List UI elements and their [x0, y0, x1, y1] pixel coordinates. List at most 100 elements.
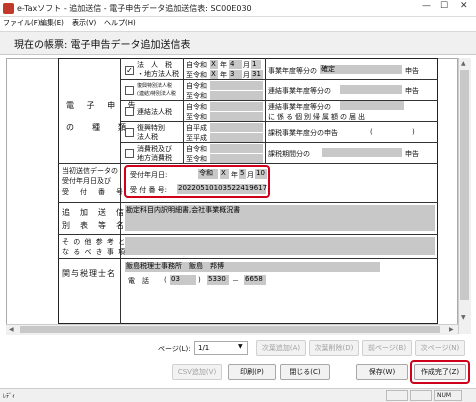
- row5-desc: 課税期間分の: [268, 150, 310, 158]
- row2-from-era: 自令和: [186, 82, 207, 90]
- row3-label: 連結法人税: [137, 108, 172, 116]
- row3-desc: 連結事業年度等分の: [268, 103, 331, 111]
- row3-to-date[interactable]: [210, 112, 263, 121]
- section-title-line2: の 種 類: [66, 123, 131, 132]
- row1-from-month[interactable]: 4: [229, 60, 242, 69]
- tel-paren-open: (: [164, 276, 167, 284]
- checkbox-special-reconstruction-tax[interactable]: [125, 128, 134, 137]
- tel-last[interactable]: 6658: [244, 275, 266, 285]
- tel-area-code[interactable]: 03: [170, 275, 196, 285]
- status-box-1: [386, 390, 408, 401]
- row2-desc-value[interactable]: [340, 85, 402, 94]
- tel-dash: －: [232, 277, 239, 285]
- horizontal-scroll-thumb[interactable]: [20, 326, 440, 333]
- receipt-year-unit: 年: [231, 171, 238, 179]
- additional-label-line2: 別 表 等 名: [62, 221, 125, 230]
- row3-from-date[interactable]: [210, 102, 263, 111]
- row1-desc: 事業年度等分の: [268, 67, 317, 75]
- checkbox-consolidated-tax[interactable]: [125, 107, 134, 116]
- receipt-label-line3: 受 付 番 号: [62, 188, 125, 196]
- chevron-down-icon[interactable]: ▼: [238, 343, 243, 350]
- menu-file[interactable]: ファイル(F): [3, 18, 41, 28]
- row1-from-month-unit: 月: [243, 61, 250, 69]
- scroll-left-icon[interactable]: ◀: [9, 326, 14, 333]
- row3-desc-line2: に係る個別帰属額の届出: [268, 113, 367, 121]
- type-column-divider: [183, 58, 184, 163]
- finish-button[interactable]: 作成完了(Z): [414, 364, 466, 380]
- delete-next-sheet-button[interactable]: 次葉削除(D): [309, 340, 359, 356]
- row1-to-year-unit: 年: [220, 71, 227, 79]
- tax-accountant-label: 関与税理士名: [62, 269, 116, 278]
- receipt-year[interactable]: X: [220, 169, 229, 179]
- tel-paren-close: ): [198, 276, 201, 284]
- row1-to-day[interactable]: 31: [251, 70, 263, 79]
- receipt-era[interactable]: 令和: [198, 169, 218, 179]
- row4-to-era: 至平成: [186, 134, 207, 142]
- prev-page-button[interactable]: 前ページ(B): [362, 340, 412, 356]
- status-ready: ﾚﾃﾞｨ: [3, 393, 16, 400]
- row4-from-era: 自平成: [186, 124, 207, 132]
- vertical-scroll-thumb[interactable]: [460, 70, 469, 300]
- other-notes-field[interactable]: [125, 237, 435, 255]
- row4-from-date[interactable]: [210, 123, 263, 132]
- row1-from-day[interactable]: 1: [251, 60, 261, 69]
- row1-desc-post: 申告: [405, 67, 419, 75]
- receipt-day[interactable]: 10: [255, 169, 267, 179]
- print-button[interactable]: 印刷(P): [228, 364, 276, 380]
- row1-to-month-unit: 月: [243, 71, 250, 79]
- maximize-button[interactable]: ☐: [440, 1, 448, 11]
- row5-to-era: 至令和: [186, 155, 207, 163]
- save-button[interactable]: 保存(W): [356, 364, 408, 380]
- menu-help[interactable]: ヘルプ(H): [104, 18, 136, 28]
- row5-desc-value[interactable]: [322, 148, 402, 157]
- row2-to-date[interactable]: [210, 91, 263, 100]
- scroll-right-icon[interactable]: ▶: [449, 326, 454, 333]
- current-form-title: 現在の帳票: 電子申告データ追加送信表: [14, 40, 191, 51]
- row3-to-era: 至令和: [186, 113, 207, 121]
- additional-label-line1: 追 加 送 信: [62, 208, 125, 217]
- receipt-month[interactable]: 5: [239, 169, 246, 179]
- receipt-date-label: 受付年月日:: [130, 171, 168, 179]
- row4-desc: 課税事業年度分の申告: [268, 129, 338, 137]
- row3-desc-value[interactable]: [340, 101, 404, 110]
- row1-to-month[interactable]: 3: [229, 70, 242, 79]
- row5-to-date[interactable]: [210, 154, 263, 163]
- additional-forms-field[interactable]: 勘定科目内訳明細書,会社事業概況書: [125, 205, 435, 231]
- row4-to-date[interactable]: [210, 133, 263, 142]
- other-notes-label-line2: な る べ き 事 項: [62, 248, 127, 256]
- row1-desc-value[interactable]: 確定: [320, 65, 402, 74]
- checkbox-consumption-tax[interactable]: [125, 149, 134, 158]
- row5-from-date[interactable]: [210, 144, 263, 153]
- minimize-button[interactable]: —: [422, 1, 431, 11]
- row1-label-line2: ・地方法人税: [137, 70, 179, 78]
- row2-from-date[interactable]: [210, 81, 263, 90]
- date-column-divider: [265, 58, 266, 163]
- receipt-number[interactable]: 20220510103522419617: [177, 184, 267, 194]
- row5-desc-post: 申告: [405, 150, 419, 158]
- add-next-sheet-button[interactable]: 次葉追加(A): [256, 340, 306, 356]
- tax-accountant-name[interactable]: 飯島税理士事務所 飯島 邦博: [125, 262, 380, 272]
- status-box-2: [410, 390, 432, 401]
- row3-from-era: 自令和: [186, 103, 207, 111]
- row1-to-year[interactable]: X: [210, 70, 218, 79]
- menu-edit[interactable]: 編集(E): [40, 18, 64, 28]
- row1-to-era: 至令和: [186, 71, 207, 79]
- scroll-up-icon[interactable]: ▲: [461, 60, 466, 67]
- page-label: ページ(L):: [158, 345, 191, 353]
- row5-from-era: 自令和: [186, 145, 207, 153]
- row1-from-year[interactable]: X: [210, 60, 218, 69]
- checkbox-corporate-tax[interactable]: ✓: [125, 66, 134, 75]
- scroll-down-icon[interactable]: ▼: [461, 314, 466, 321]
- close-window-button[interactable]: ✕: [460, 1, 468, 11]
- tel-middle[interactable]: 5330: [207, 275, 229, 285]
- csv-add-button[interactable]: CSV追加(V): [172, 364, 222, 380]
- app-icon: [3, 3, 14, 14]
- checkbox-reconstruction-tax[interactable]: [125, 86, 134, 95]
- next-page-button[interactable]: 次ページ(N): [415, 340, 465, 356]
- close-button[interactable]: 閉じる(C): [280, 364, 330, 380]
- receipt-label-line2: 受付年月日及び: [62, 177, 111, 185]
- menu-view[interactable]: 表示(V): [72, 18, 96, 28]
- status-num: NUM: [434, 390, 462, 401]
- other-notes-label-line1: そ の 他 参 考 と: [62, 238, 127, 246]
- tel-label: 電 話: [128, 277, 149, 285]
